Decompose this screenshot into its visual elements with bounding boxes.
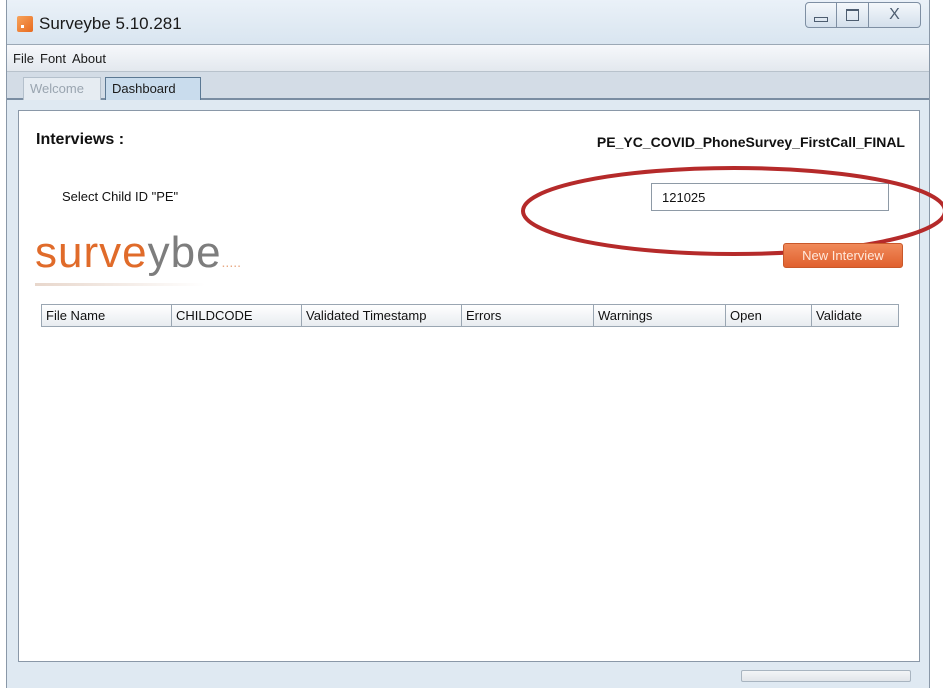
logo-dots: ..... bbox=[221, 254, 241, 270]
window-title: Surveybe 5.10.281 bbox=[39, 14, 182, 33]
surveybe-logo: surveybe..... bbox=[35, 231, 241, 275]
col-validated-timestamp[interactable]: Validated Timestamp bbox=[302, 305, 462, 326]
logo-underline bbox=[35, 283, 205, 286]
maximize-icon bbox=[846, 9, 859, 21]
col-errors[interactable]: Errors bbox=[462, 305, 594, 326]
close-icon: X bbox=[889, 6, 900, 23]
maximize-button[interactable] bbox=[837, 2, 869, 28]
logo-text-secondary: ybe bbox=[147, 228, 222, 277]
table-header: File Name CHILDCODE Validated Timestamp … bbox=[41, 304, 899, 327]
survey-name: PE_YC_COVID_PhoneSurvey_FirstCall_FINAL bbox=[596, 134, 905, 150]
menu-bar: File Font About bbox=[7, 44, 929, 72]
col-childcode[interactable]: CHILDCODE bbox=[172, 305, 302, 326]
child-id-label: Select Child ID "PE" bbox=[62, 189, 179, 204]
col-warnings[interactable]: Warnings bbox=[594, 305, 726, 326]
minimize-button[interactable] bbox=[805, 2, 837, 28]
interviews-heading: Interviews : bbox=[36, 131, 125, 148]
app-window: Surveybe 5.10.281 X File Font About Welc… bbox=[6, 0, 943, 688]
logo-text-primary: surve bbox=[35, 228, 148, 277]
progress-bar bbox=[741, 670, 911, 682]
status-bar bbox=[7, 662, 929, 688]
child-id-input[interactable] bbox=[651, 183, 889, 211]
tab-dashboard[interactable]: Dashboard bbox=[105, 77, 201, 100]
close-button[interactable]: X bbox=[869, 2, 921, 28]
app-icon bbox=[17, 16, 33, 32]
menu-about[interactable]: About bbox=[72, 51, 106, 66]
dashboard-panel: Interviews : PE_YC_COVID_PhoneSurvey_Fir… bbox=[18, 110, 943, 662]
col-file-name[interactable]: File Name bbox=[42, 305, 172, 326]
tab-welcome[interactable]: Welcome bbox=[23, 77, 101, 100]
menu-file[interactable]: File bbox=[13, 51, 34, 66]
new-interview-button[interactable]: New Interview bbox=[783, 243, 903, 268]
window-controls: X bbox=[805, 2, 921, 28]
col-open[interactable]: Open bbox=[726, 305, 812, 326]
tab-strip: Welcome Dashboard bbox=[7, 72, 929, 100]
menu-font[interactable]: Font bbox=[40, 51, 66, 66]
interviews-table: File Name CHILDCODE Validated Timestamp … bbox=[41, 304, 899, 327]
title-bar[interactable]: Surveybe 5.10.281 X bbox=[7, 0, 929, 44]
minimize-icon bbox=[814, 16, 828, 22]
col-validate[interactable]: Validate bbox=[812, 305, 898, 326]
